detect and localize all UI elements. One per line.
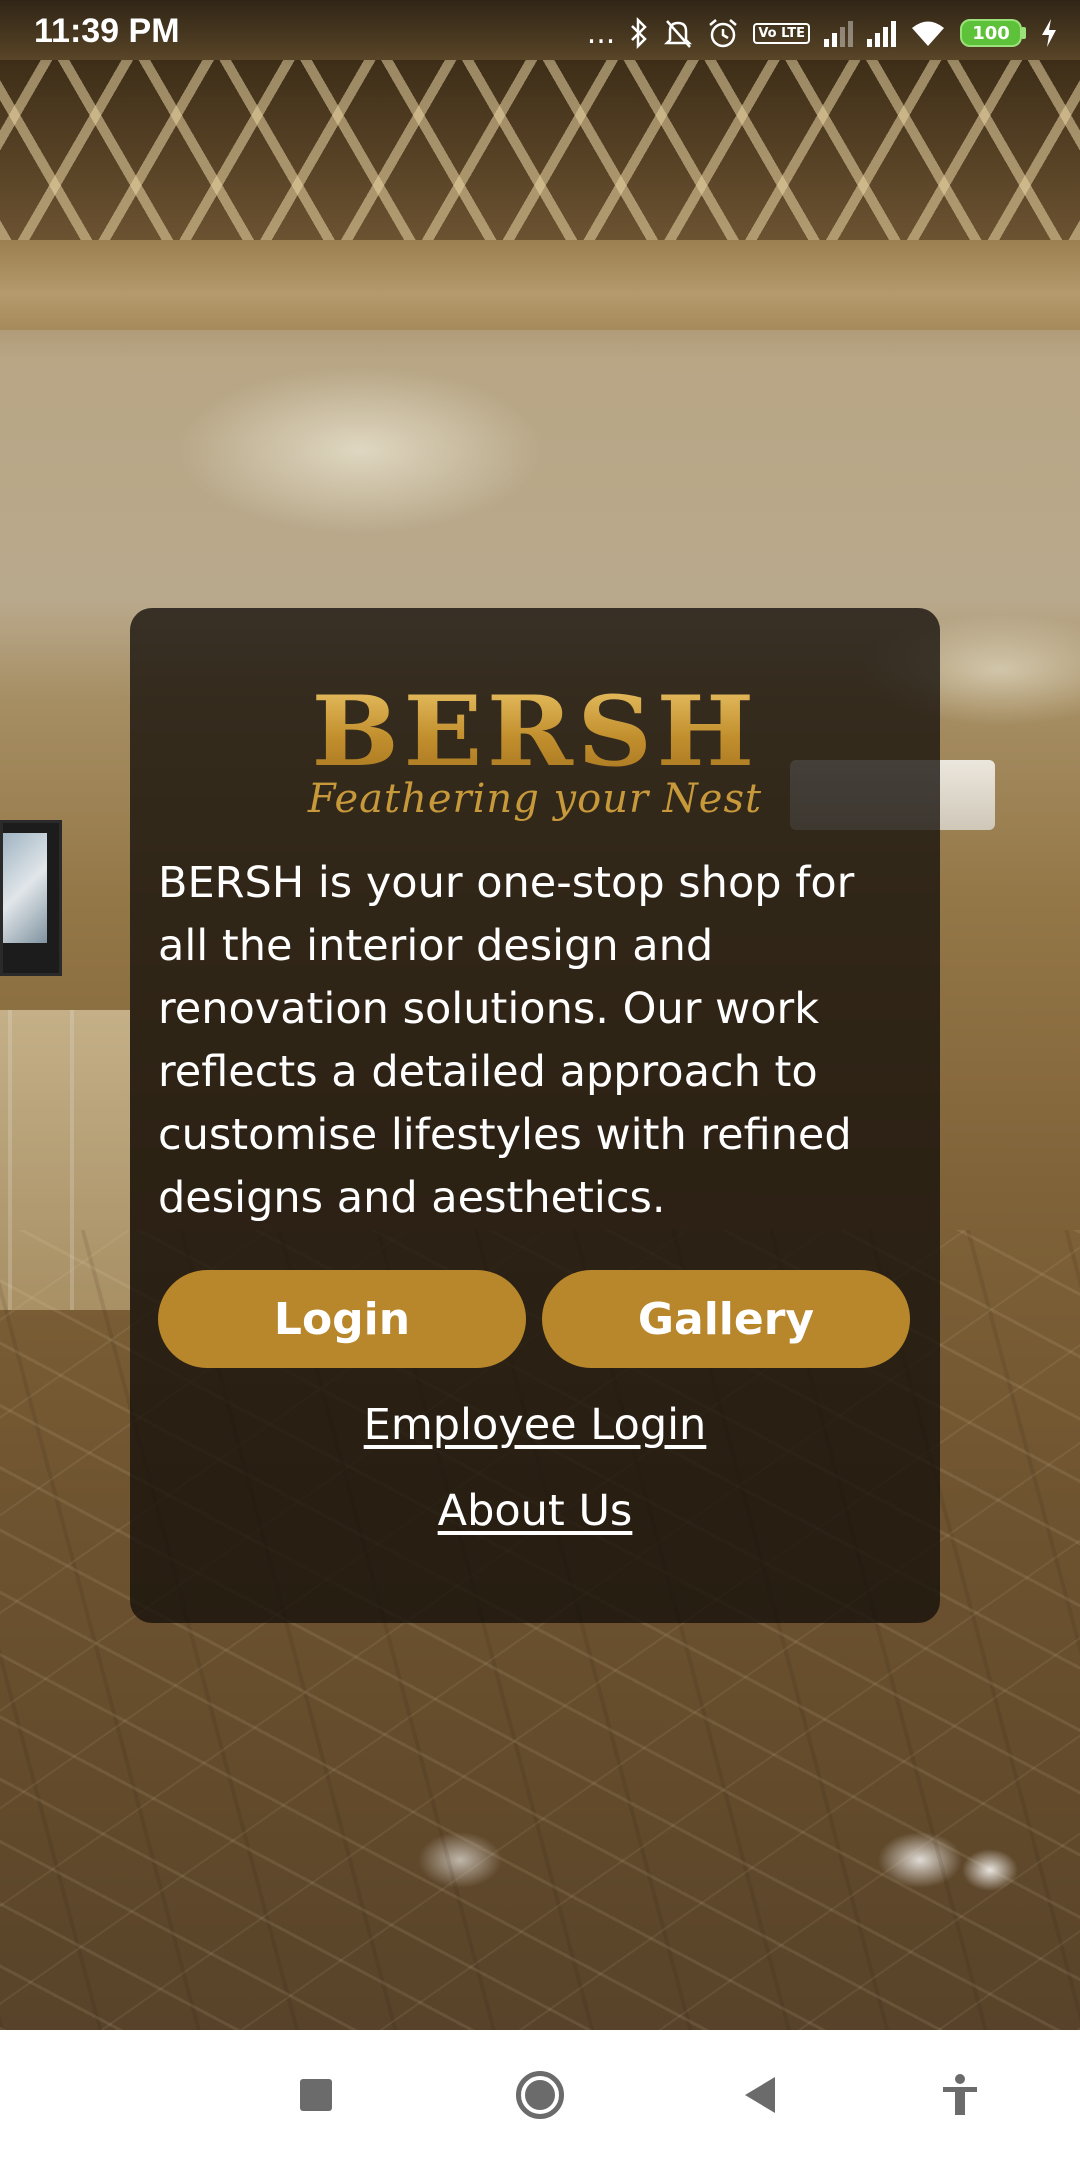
signal-icon (824, 19, 853, 47)
accessibility-icon (943, 2074, 977, 2115)
background-tv (0, 820, 62, 976)
back-button[interactable] (700, 2030, 820, 2160)
more-notifications-icon: ... (586, 15, 616, 51)
logo-wordmark: BERSH (311, 675, 759, 788)
recents-icon (300, 2079, 332, 2111)
volte-icon: Vo LTE (753, 22, 810, 44)
home-icon (516, 2071, 564, 2119)
wifi-icon (910, 18, 946, 48)
status-time: 11:39 PM (34, 12, 180, 50)
about-us-label[interactable]: About Us (438, 1486, 633, 1536)
bluetooth-icon (629, 17, 649, 49)
status-icons: ... Vo LTE 100 (587, 12, 1058, 54)
screen: 11:39 PM ... Vo LTE 100 BERSH Feathering… (0, 0, 1080, 2160)
charging-icon (1040, 17, 1058, 49)
battery-icon: 100 (960, 19, 1026, 47)
about-us-link[interactable]: About Us (130, 1486, 940, 1536)
signal-icon (867, 19, 896, 47)
accessibility-button[interactable] (900, 2030, 1020, 2160)
background-ceiling-beam (0, 240, 1080, 330)
battery-tip (1022, 27, 1026, 39)
status-bar: 11:39 PM ... Vo LTE 100 (0, 0, 1080, 66)
company-description: BERSH is your one-stop shop for all the … (158, 858, 855, 1223)
silent-bell-icon (663, 17, 693, 49)
gallery-button[interactable]: Gallery (542, 1270, 910, 1368)
back-icon (745, 2077, 775, 2113)
recents-button[interactable] (256, 2030, 376, 2160)
employee-login-link[interactable]: Employee Login (130, 1400, 940, 1450)
home-button[interactable] (480, 2030, 600, 2160)
login-button[interactable]: Login (158, 1270, 526, 1368)
system-navigation-bar (0, 2030, 1080, 2160)
battery-level: 100 (960, 19, 1022, 47)
background-tv-screen (3, 833, 47, 943)
bersh-logo: BERSH Feathering your Nest (130, 675, 940, 823)
employee-login-label[interactable]: Employee Login (364, 1400, 707, 1450)
background-lattice (0, 60, 1080, 240)
alarm-icon (707, 17, 739, 49)
intro-card: BERSH Feathering your Nest BERSH is your… (130, 608, 940, 1623)
